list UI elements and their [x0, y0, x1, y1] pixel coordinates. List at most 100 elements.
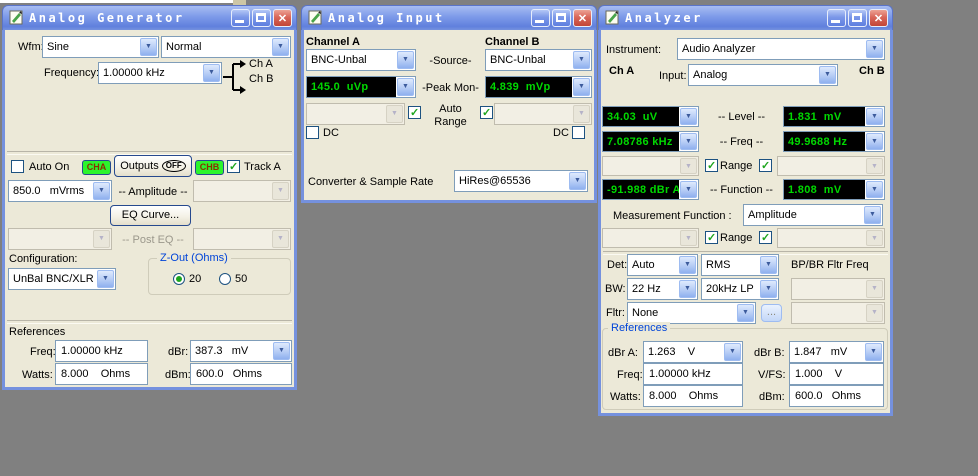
ch-a-label: Ch A [249, 58, 273, 71]
function-range-a-checkbox[interactable] [705, 231, 718, 244]
maximize-button[interactable] [848, 9, 867, 27]
zout-50-label: 50 [235, 273, 247, 286]
minimize-button[interactable] [531, 9, 550, 27]
ref-watts-input[interactable]: 8.000 Ohms [55, 363, 148, 385]
dropdown-arrow-icon[interactable] [724, 343, 741, 361]
dropdown-arrow-icon [272, 230, 289, 248]
function-meter-a[interactable]: -91.988 dBr A [602, 179, 699, 200]
ref-vfs-input[interactable]: 1.000 V [789, 363, 884, 385]
dropdown-arrow-icon[interactable] [569, 172, 586, 190]
configuration-select[interactable]: UnBal BNC/XLR [8, 268, 116, 290]
bw-select[interactable]: 22 Hz [627, 278, 698, 300]
analyzer-titlebar[interactable]: Analyzer ✕ [598, 5, 893, 30]
dropdown-arrow-icon[interactable] [866, 108, 883, 125]
range-a-checkbox[interactable] [705, 159, 718, 172]
dropdown-arrow-icon[interactable] [397, 51, 414, 69]
range-b-checkbox[interactable] [759, 159, 772, 172]
ref-dbr-select[interactable]: 387.3 mV [190, 340, 292, 362]
dropdown-arrow-icon[interactable] [573, 78, 590, 96]
dropdown-arrow-icon[interactable] [272, 38, 289, 56]
zout-20-radio[interactable] [173, 273, 185, 285]
dropdown-arrow-icon[interactable] [93, 182, 110, 200]
ref-dbm-input[interactable]: 600.0 Ohms [789, 385, 884, 407]
track-a-checkbox[interactable] [227, 160, 240, 173]
frequency-select[interactable]: 1.00000 kHz [98, 62, 222, 84]
dropdown-arrow-icon[interactable] [737, 304, 754, 322]
dropdown-arrow-icon[interactable] [679, 256, 696, 274]
bw-type-select[interactable]: 20kHz LP [701, 278, 779, 300]
instrument-select[interactable]: Audio Analyzer [677, 38, 885, 60]
channel-b-output-button[interactable]: CHB [195, 160, 224, 175]
peak-monitor-a[interactable]: 145.0 uVp [306, 76, 416, 98]
close-button[interactable]: ✕ [573, 9, 592, 27]
converter-select[interactable]: HiRes@65536 [454, 170, 588, 192]
auto-on-checkbox[interactable] [11, 160, 24, 173]
waveform-mode-select[interactable]: Normal [161, 36, 291, 58]
close-button[interactable]: ✕ [273, 9, 292, 27]
dropdown-arrow-icon[interactable] [97, 270, 114, 288]
dropdown-arrow-icon[interactable] [760, 280, 777, 298]
dropdown-arrow-icon[interactable] [864, 206, 881, 224]
dropdown-arrow-icon[interactable] [679, 280, 696, 298]
minimize-button[interactable] [231, 9, 250, 27]
dropdown-arrow-icon[interactable] [760, 256, 777, 274]
dropdown-arrow-icon[interactable] [140, 38, 157, 56]
dc-a-checkbox[interactable] [306, 126, 319, 139]
detector-select[interactable]: Auto [627, 254, 698, 276]
detector-type-select[interactable]: RMS [701, 254, 779, 276]
measurement-function-select[interactable]: Amplitude [743, 204, 883, 226]
ref-watts-input[interactable]: 8.000 Ohms [643, 385, 743, 407]
peak-mon-label: -Peak Mon- [418, 82, 483, 95]
dropdown-arrow-icon[interactable] [203, 64, 220, 82]
channel-a-output-button[interactable]: CHA [82, 160, 111, 175]
dc-b-checkbox[interactable] [572, 126, 585, 139]
range-a-select [306, 103, 405, 125]
ref-dbrb-select[interactable]: 1.847 mV [789, 341, 884, 363]
maximize-button[interactable] [552, 9, 571, 27]
source-a-select[interactable]: BNC-Unbal [306, 49, 416, 71]
dropdown-arrow-icon[interactable] [273, 342, 290, 360]
ref-dbm-input[interactable]: 600.0 Ohms [190, 363, 292, 385]
window-title: Analyzer [625, 11, 703, 25]
zout-50-radio[interactable] [219, 273, 231, 285]
close-button[interactable]: ✕ [869, 9, 888, 27]
minimize-button[interactable] [827, 9, 846, 27]
dropdown-arrow-icon[interactable] [819, 66, 836, 84]
eq-curve-button[interactable]: EQ Curve... [110, 205, 191, 226]
auto-range-a-checkbox[interactable] [408, 106, 421, 119]
dropdown-arrow-icon[interactable] [866, 40, 883, 58]
fltr-select[interactable]: None [627, 302, 756, 324]
analyzer-input-select[interactable]: Analog [688, 64, 838, 86]
ref-freq-input[interactable]: 1.00000 kHz [55, 340, 148, 362]
outputs-button[interactable]: Outputs OFF [114, 155, 192, 177]
function-range-b-value [778, 229, 865, 247]
dropdown-arrow-icon[interactable] [866, 181, 883, 198]
analyzer-window: Analyzer ✕ Instrument: Audio Analyzer Ch… [598, 5, 893, 416]
ref-dbra-select[interactable]: 1.263 V [643, 341, 743, 363]
ref-freq-input[interactable]: 1.00000 kHz [643, 363, 743, 385]
auto-range-b-checkbox[interactable] [480, 106, 493, 119]
function-meter-b[interactable]: 1.808 mV [783, 179, 885, 200]
waveform-select[interactable]: Sine [42, 36, 159, 58]
dropdown-arrow-icon[interactable] [866, 133, 883, 150]
level-meter-a[interactable]: 34.03 uV [602, 106, 699, 127]
source-b-select[interactable]: BNC-Unbal [485, 49, 592, 71]
freq-meter-b[interactable]: 49.9688 Hz [783, 131, 885, 152]
level-meter-b[interactable]: 1.831 mV [783, 106, 885, 127]
peak-monitor-b[interactable]: 4.839 mVp [485, 76, 592, 98]
amplitude-a-select[interactable]: 850.0 mVrms [8, 180, 112, 202]
function-a-value: -91.988 dBr A [603, 180, 679, 199]
dropdown-arrow-icon[interactable] [680, 181, 697, 198]
dropdown-arrow-icon[interactable] [397, 78, 414, 96]
analog-generator-titlebar[interactable]: Analog Generator ✕ [2, 5, 297, 30]
function-range-b-select [777, 228, 885, 248]
dropdown-arrow-icon[interactable] [865, 343, 882, 361]
analog-input-titlebar[interactable]: Analog Input ✕ [301, 5, 597, 30]
fltr-browse-button[interactable]: ... [761, 304, 782, 322]
dropdown-arrow-icon[interactable] [680, 108, 697, 125]
dropdown-arrow-icon[interactable] [573, 51, 590, 69]
function-range-b-checkbox[interactable] [759, 231, 772, 244]
freq-meter-a[interactable]: 7.08786 kHz [602, 131, 699, 152]
dropdown-arrow-icon[interactable] [680, 133, 697, 150]
maximize-button[interactable] [252, 9, 271, 27]
